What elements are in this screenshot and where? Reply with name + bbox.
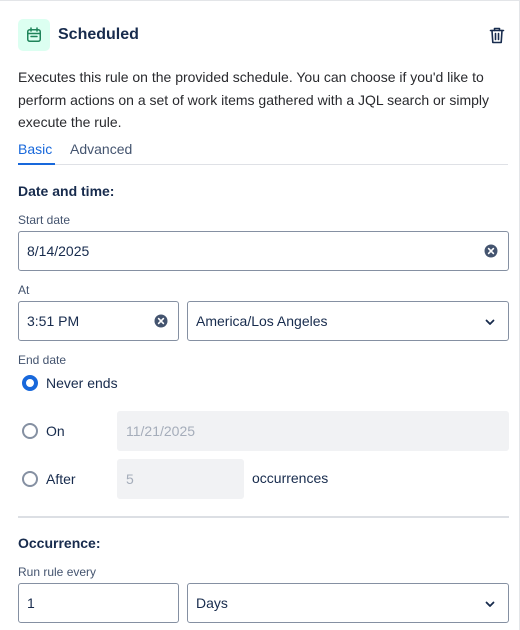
timezone-value: America/Los Angeles — [196, 313, 328, 329]
run-every-unit-value: Days — [196, 595, 228, 611]
occurrences-count-value: 5 — [126, 471, 134, 487]
run-every-value: 1 — [27, 595, 35, 611]
start-date-value: 8/14/2025 — [27, 243, 90, 259]
time-value: 3:51 PM — [27, 313, 80, 329]
run-rule-every-label: Run rule every — [18, 565, 97, 579]
end-option-on[interactable]: On — [22, 422, 65, 440]
end-option-after[interactable]: After — [22, 470, 76, 488]
tab-advanced[interactable]: Advanced — [70, 141, 132, 157]
chevron-down-icon — [485, 601, 495, 607]
trash-icon[interactable] — [486, 24, 508, 46]
occurrences-count-input[interactable]: 5 — [117, 459, 244, 499]
trigger-header: Scheduled — [18, 19, 508, 51]
end-on-date-value: 11/21/2025 — [126, 423, 196, 439]
at-label: At — [18, 283, 30, 297]
radio-never-ends[interactable] — [22, 375, 38, 391]
end-option-never[interactable]: Never ends — [22, 374, 118, 392]
radio-label: On — [46, 423, 65, 439]
occurrences-suffix: occurrences — [252, 470, 329, 486]
section-divider — [18, 516, 509, 518]
run-every-unit-select[interactable]: Days — [187, 583, 509, 623]
end-on-date-input[interactable]: 11/21/2025 — [117, 411, 509, 451]
radio-after[interactable] — [22, 471, 38, 487]
timezone-select[interactable]: America/Los Angeles — [187, 301, 509, 341]
radio-label: Never ends — [46, 375, 118, 391]
radio-on[interactable] — [22, 423, 38, 439]
active-tab-indicator — [18, 163, 55, 165]
time-input[interactable]: 3:51 PM — [18, 301, 179, 341]
clear-icon[interactable] — [484, 244, 498, 258]
tab-list: Basic Advanced — [18, 141, 508, 165]
date-time-heading: Date and time: — [18, 183, 115, 199]
start-date-input[interactable]: 8/14/2025 — [18, 231, 509, 271]
end-date-label: End date — [18, 353, 67, 367]
trigger-description: Executes this rule on the provided sched… — [18, 69, 490, 130]
top-border — [0, 0, 520, 1]
run-every-input[interactable]: 1 — [18, 583, 179, 623]
chevron-down-icon — [485, 319, 495, 325]
radio-label: After — [46, 471, 76, 487]
trigger-title: Scheduled — [58, 26, 139, 43]
start-date-label: Start date — [18, 213, 71, 227]
tab-basic[interactable]: Basic — [18, 141, 52, 157]
clear-icon[interactable] — [154, 314, 168, 328]
calendar-icon — [18, 19, 50, 51]
occurrence-heading: Occurrence: — [18, 535, 101, 551]
